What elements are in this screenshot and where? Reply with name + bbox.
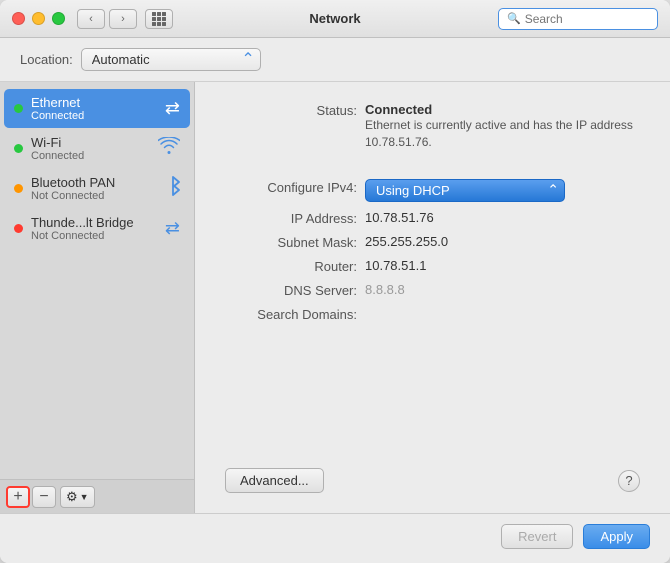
advanced-button[interactable]: Advanced...: [225, 468, 324, 493]
revert-button[interactable]: Revert: [501, 524, 573, 549]
wifi-status-dot: [14, 144, 23, 153]
minimize-button[interactable]: [32, 12, 45, 25]
grid-button[interactable]: [145, 9, 173, 29]
ip-label: IP Address:: [225, 210, 365, 226]
plus-icon: +: [13, 488, 22, 506]
bluetooth-name: Bluetooth PAN: [31, 175, 160, 190]
ip-value: 10.78.51.76: [365, 210, 640, 225]
bluetooth-icon: [166, 176, 180, 201]
forward-button[interactable]: ›: [109, 9, 137, 29]
sidebar: Ethernet Connected ⇄ Wi-Fi Connected: [0, 82, 195, 513]
sidebar-toolbar: + − ⚙ ▼: [0, 479, 194, 513]
dns-label: DNS Server:: [225, 282, 365, 298]
configure-ipv4-select[interactable]: Using DHCP Manually Using BOOTP Off Crea…: [365, 179, 565, 202]
location-select[interactable]: Automatic Edit Locations...: [81, 48, 261, 71]
location-label: Location:: [20, 52, 73, 67]
configure-select-wrap: Using DHCP Manually Using BOOTP Off Crea…: [365, 179, 565, 202]
gear-icon: ⚙: [66, 489, 78, 505]
ethernet-icon: ⇄: [165, 98, 180, 119]
network-window: ‹ › Network 🔍 Location: Automatic Edit L…: [0, 0, 670, 563]
wifi-status: Connected: [31, 150, 152, 162]
help-button[interactable]: ?: [618, 470, 640, 492]
router-label: Router:: [225, 258, 365, 274]
minus-icon: −: [39, 488, 48, 506]
sidebar-item-wifi[interactable]: Wi-Fi Connected: [4, 129, 190, 168]
detail-panel: Status: Connected Ethernet is currently …: [195, 82, 670, 513]
bluetooth-status: Not Connected: [31, 190, 160, 202]
nav-buttons: ‹ ›: [77, 9, 137, 29]
ethernet-status: Connected: [31, 110, 159, 122]
main-content: Ethernet Connected ⇄ Wi-Fi Connected: [0, 82, 670, 513]
wifi-icon: [158, 137, 180, 160]
status-value: Connected: [365, 102, 640, 117]
domains-label: Search Domains:: [225, 306, 365, 322]
traffic-lights: [12, 12, 65, 25]
apply-button[interactable]: Apply: [583, 524, 650, 549]
subnet-value: 255.255.255.0: [365, 234, 640, 249]
sidebar-item-bluetooth[interactable]: Bluetooth PAN Not Connected: [4, 169, 190, 208]
maximize-button[interactable]: [52, 12, 65, 25]
add-network-button[interactable]: +: [6, 486, 30, 508]
wifi-name: Wi-Fi: [31, 135, 152, 150]
close-button[interactable]: [12, 12, 25, 25]
dns-value: 8.8.8.8: [365, 282, 640, 297]
thunderbolt-status: Not Connected: [31, 230, 159, 242]
thunderbolt-icon: ⇄: [165, 218, 180, 239]
search-icon: 🔍: [507, 12, 521, 25]
back-button[interactable]: ‹: [77, 9, 105, 29]
search-input[interactable]: [525, 12, 649, 26]
ethernet-status-dot: [14, 104, 23, 113]
location-bar: Location: Automatic Edit Locations... ⌃: [0, 38, 670, 82]
ethernet-name: Ethernet: [31, 95, 159, 110]
detail-bottom: Advanced... ?: [225, 458, 640, 493]
gear-button[interactable]: ⚙ ▼: [60, 486, 95, 508]
titlebar: ‹ › Network 🔍: [0, 0, 670, 38]
thunderbolt-status-dot: [14, 224, 23, 233]
sidebar-item-thunderbolt[interactable]: Thunde...lt Bridge Not Connected ⇄: [4, 209, 190, 248]
subnet-label: Subnet Mask:: [225, 234, 365, 250]
status-label: Status:: [225, 102, 365, 118]
grid-icon: [152, 12, 166, 26]
configure-label: Configure IPv4:: [225, 179, 365, 195]
sidebar-item-ethernet[interactable]: Ethernet Connected ⇄: [4, 89, 190, 128]
thunderbolt-name: Thunde...lt Bridge: [31, 215, 159, 230]
sidebar-list: Ethernet Connected ⇄ Wi-Fi Connected: [0, 82, 194, 479]
info-grid: Status: Connected Ethernet is currently …: [225, 102, 640, 322]
router-value: 10.78.51.1: [365, 258, 640, 273]
remove-network-button[interactable]: −: [32, 486, 56, 508]
window-title: Network: [309, 11, 360, 26]
location-select-wrap: Automatic Edit Locations... ⌃: [81, 48, 261, 71]
bluetooth-status-dot: [14, 184, 23, 193]
status-description: Ethernet is currently active and has the…: [365, 117, 640, 151]
gear-arrow-icon: ▼: [80, 492, 89, 502]
search-bar[interactable]: 🔍: [498, 8, 658, 30]
bottom-bar: Revert Apply: [0, 513, 670, 563]
